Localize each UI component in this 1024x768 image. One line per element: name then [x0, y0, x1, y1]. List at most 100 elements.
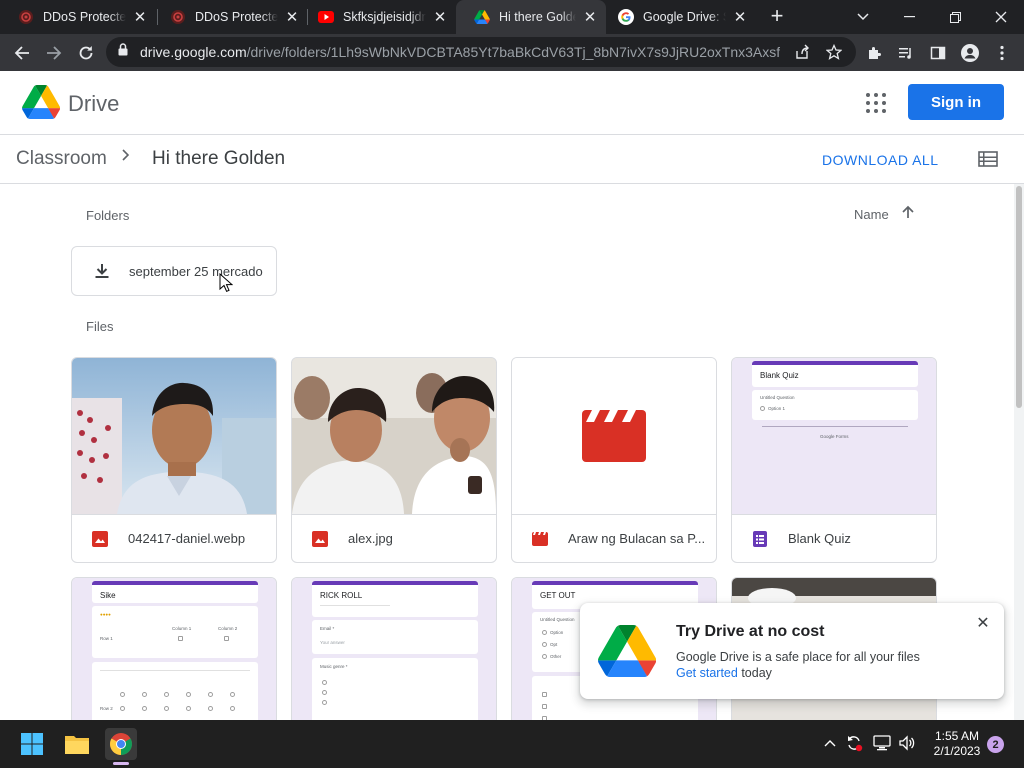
tab-close-icon[interactable]: ✕	[284, 8, 300, 26]
file-card[interactable]: Blank Quiz Untitled Question Option 1 Go…	[731, 357, 937, 563]
chevron-up-icon[interactable]	[821, 734, 839, 752]
radio-icon	[120, 706, 125, 711]
grid-column-label: Column 2	[218, 626, 238, 631]
browser-tab[interactable]: Skfksjdjeisidjdnd ✕	[300, 0, 456, 34]
network-icon[interactable]	[873, 734, 891, 752]
address-url[interactable]: drive.google.com/drive/folders/1Lh9sWbNk…	[140, 44, 780, 60]
file-thumbnail[interactable]: Sike ●●●● Column 1 Column 2 Row 1 Row 2	[72, 578, 276, 720]
form-desc-line	[320, 605, 390, 606]
video-clapper-icon	[582, 410, 646, 462]
extensions-puzzle-icon[interactable]	[860, 39, 888, 67]
system-clock[interactable]: 1:55 AM 2/1/2023	[926, 729, 988, 759]
forms-file-icon	[752, 530, 768, 547]
radio-icon	[120, 692, 125, 697]
minimize-icon[interactable]	[886, 0, 932, 34]
file-thumbnail[interactable]	[512, 358, 716, 514]
media-queue-icon[interactable]	[892, 39, 920, 67]
file-card[interactable]: RICK ROLL Email * Your answer Music genr…	[291, 577, 497, 720]
breadcrumb-parent[interactable]: Classroom	[16, 148, 107, 170]
url-path: /drive/folders/1Lh9sWbNkVDCBTA85Yt7baBkC…	[246, 44, 780, 60]
volume-icon[interactable]	[898, 734, 916, 752]
arrow-up-icon[interactable]	[900, 204, 916, 225]
share-icon[interactable]	[792, 42, 812, 62]
side-panel-icon[interactable]	[924, 39, 952, 67]
tab-search-icon[interactable]	[840, 0, 886, 34]
mouse-cursor-icon	[219, 272, 234, 298]
file-card[interactable]: Sike ●●●● Column 1 Column 2 Row 1 Row 2	[71, 577, 277, 720]
file-thumbnail[interactable]	[72, 358, 276, 514]
radio-icon	[164, 692, 169, 697]
form-title: RICK ROLL	[320, 591, 363, 600]
close-icon[interactable]: ✕	[974, 615, 992, 633]
profile-avatar-icon[interactable]	[956, 39, 984, 67]
form-question: Untitled Question	[760, 395, 795, 400]
file-thumbnail[interactable]: Blank Quiz Untitled Question Option 1 Go…	[732, 358, 936, 514]
get-started-link[interactable]: Get started	[676, 666, 738, 680]
form-question: Music genre *	[320, 664, 348, 669]
file-card[interactable]: 042417-daniel.webp	[71, 357, 277, 563]
radio-icon	[322, 700, 327, 705]
windows-start-icon[interactable]	[16, 728, 48, 760]
chrome-taskbar-icon[interactable]	[105, 728, 137, 760]
form-divider	[100, 670, 250, 671]
file-card[interactable]: alex.jpg	[291, 357, 497, 563]
file-card[interactable]: Araw ng Bulacan sa P...	[511, 357, 717, 563]
google-apps-icon[interactable]	[864, 91, 888, 115]
tab-title: Google Drive: Si	[643, 10, 726, 24]
drive-logo-icon[interactable]	[22, 85, 61, 124]
tab-close-icon[interactable]: ✕	[582, 8, 598, 26]
promo-cta-suffix: today	[737, 666, 772, 680]
file-meta: Blank Quiz	[732, 514, 936, 562]
tab-close-icon[interactable]: ✕	[432, 8, 448, 26]
content-scrollbar[interactable]	[1014, 184, 1024, 720]
promo-description: Google Drive is a safe place for all you…	[676, 650, 920, 664]
folder-name: september 25 mercado	[129, 263, 263, 279]
file-explorer-icon[interactable]	[61, 728, 93, 760]
lock-icon[interactable]	[118, 43, 128, 61]
reload-icon[interactable]	[72, 39, 100, 67]
sign-in-button[interactable]: Sign in	[908, 84, 1004, 120]
checkbox-icon	[178, 636, 183, 641]
browser-tab-strip: DDoS Protected ✕ DDoS Protected ✕ Skfksj…	[0, 0, 1024, 34]
form-title: Blank Quiz	[760, 371, 799, 380]
file-name: Blank Quiz	[788, 531, 851, 546]
form-question-card: Row 2	[92, 662, 258, 720]
browser-tab-active[interactable]: Hi there Golden ✕	[456, 0, 606, 34]
new-tab-icon[interactable]: +	[766, 5, 788, 27]
address-bar[interactable]: drive.google.com/drive/folders/1Lh9sWbNk…	[106, 37, 856, 67]
browser-tab[interactable]: Google Drive: Si ✕	[600, 0, 756, 34]
file-thumbnail[interactable]: RICK ROLL Email * Your answer Music genr…	[292, 578, 496, 720]
notification-badge[interactable]: 2	[987, 736, 1004, 753]
file-thumbnail[interactable]	[292, 358, 496, 514]
image-file-icon	[92, 530, 108, 547]
list-view-icon[interactable]	[978, 151, 998, 172]
form-title: GET OUT	[540, 591, 576, 600]
app-title[interactable]: Drive	[68, 91, 119, 117]
forward-arrow-icon[interactable]	[40, 39, 68, 67]
checkbox-icon	[224, 636, 229, 641]
folder-card[interactable]: september 25 mercado	[71, 246, 277, 296]
sync-alert-icon[interactable]	[845, 734, 863, 752]
youtube-favicon-icon	[318, 9, 334, 25]
scrollbar-thumb[interactable]	[1016, 186, 1022, 408]
bookmark-star-icon[interactable]	[824, 42, 844, 62]
breadcrumb-current: Hi there Golden	[152, 148, 286, 169]
form-title: Sike	[100, 591, 116, 600]
radio-icon	[760, 406, 765, 411]
window-close-icon[interactable]	[978, 0, 1024, 34]
download-icon[interactable]	[92, 261, 112, 281]
browser-tab[interactable]: DDoS Protected ✕	[0, 0, 156, 34]
form-header-card: Sike	[92, 581, 258, 603]
radio-icon	[208, 706, 213, 711]
tab-close-icon[interactable]: ✕	[132, 8, 148, 26]
browser-tab[interactable]: DDoS Protected ✕	[152, 0, 308, 34]
tab-close-icon[interactable]: ✕	[732, 8, 748, 26]
form-question-card: Music genre *	[312, 658, 478, 720]
restore-icon[interactable]	[932, 0, 978, 34]
sort-name-label[interactable]: Name	[854, 207, 889, 222]
chrome-menu-icon[interactable]	[988, 39, 1016, 67]
back-arrow-icon[interactable]	[8, 39, 36, 67]
tab-title: Hi there Golden	[499, 10, 576, 24]
radio-icon	[542, 654, 547, 659]
download-all-button[interactable]: DOWNLOAD ALL	[822, 152, 938, 168]
